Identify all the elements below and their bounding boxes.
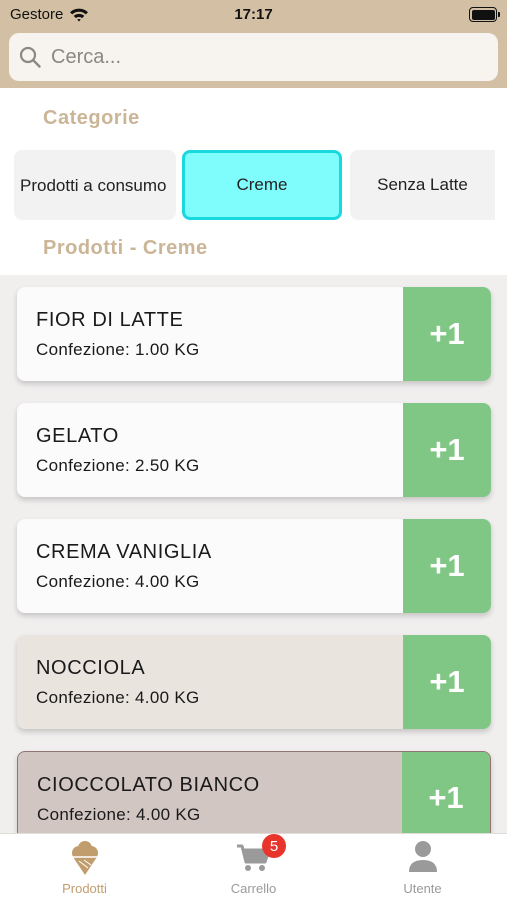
product-name: CREMA VANIGLIA — [36, 541, 212, 563]
add-one-button[interactable]: +1 — [403, 287, 491, 381]
product-card[interactable]: CIOCCOLATO BIANCO Confezione: 4.00 KG +1 — [17, 751, 491, 845]
tab-prodotti[interactable]: Prodotti — [0, 834, 169, 900]
cart-count-badge: 5 — [262, 834, 286, 858]
product-name: CIOCCOLATO BIANCO — [37, 774, 260, 796]
tab-label: Prodotti — [62, 881, 107, 896]
product-card[interactable]: NOCCIOLA Confezione: 4.00 KG +1 — [17, 635, 491, 729]
tab-label: Carrello — [230, 881, 277, 896]
product-package: Confezione: 4.00 KG — [36, 688, 200, 707]
categories-title: Categorie — [43, 107, 140, 129]
add-one-button[interactable]: +1 — [403, 403, 491, 497]
add-one-button[interactable]: +1 — [402, 752, 490, 844]
user-icon — [408, 841, 437, 872]
product-package: Confezione: 2.50 KG — [36, 456, 200, 475]
search-input[interactable] — [51, 45, 471, 69]
product-card[interactable]: GELATO Confezione: 2.50 KG +1 — [17, 403, 491, 497]
search-icon — [19, 46, 41, 68]
header: Gestore 17:17 — [0, 0, 507, 88]
search-bar[interactable] — [9, 33, 498, 81]
ice-cream-icon — [71, 841, 98, 875]
product-card[interactable]: FIOR DI LATTE Confezione: 1.00 KG +1 — [17, 287, 491, 381]
battery-icon — [469, 7, 500, 22]
product-card[interactable]: CREMA VANIGLIA Confezione: 4.00 KG +1 — [17, 519, 491, 613]
category-chip-label: Senza Latte — [377, 175, 468, 194]
category-chip-label: Prodotti a consumo — [20, 175, 167, 195]
product-name: FIOR DI LATTE — [36, 309, 184, 331]
add-one-button[interactable]: +1 — [403, 635, 491, 729]
products-title: Prodotti - Creme — [43, 237, 208, 259]
category-chip-prodotti-a-consumo[interactable]: Prodotti a consumo — [14, 150, 176, 220]
category-chip-label: Creme — [236, 175, 288, 194]
tab-bar: Prodotti 5 Carrello Utente — [0, 833, 507, 900]
category-chip-creme[interactable]: Creme — [182, 150, 342, 220]
product-name: GELATO — [36, 425, 119, 447]
tab-label: Utente — [403, 881, 442, 896]
product-name: NOCCIOLA — [36, 657, 146, 679]
add-one-button[interactable]: +1 — [403, 519, 491, 613]
tab-carrello[interactable]: 5 Carrello — [169, 834, 338, 900]
product-package: Confezione: 1.00 KG — [36, 340, 200, 359]
category-chip-senza-latte[interactable]: Senza Latte — [350, 150, 495, 220]
product-package: Confezione: 4.00 KG — [36, 572, 200, 591]
product-package: Confezione: 4.00 KG — [37, 805, 201, 824]
clock: 17:17 — [234, 6, 273, 23]
status-bar: Gestore 17:17 — [0, 0, 507, 30]
tab-utente[interactable]: Utente — [338, 834, 507, 900]
